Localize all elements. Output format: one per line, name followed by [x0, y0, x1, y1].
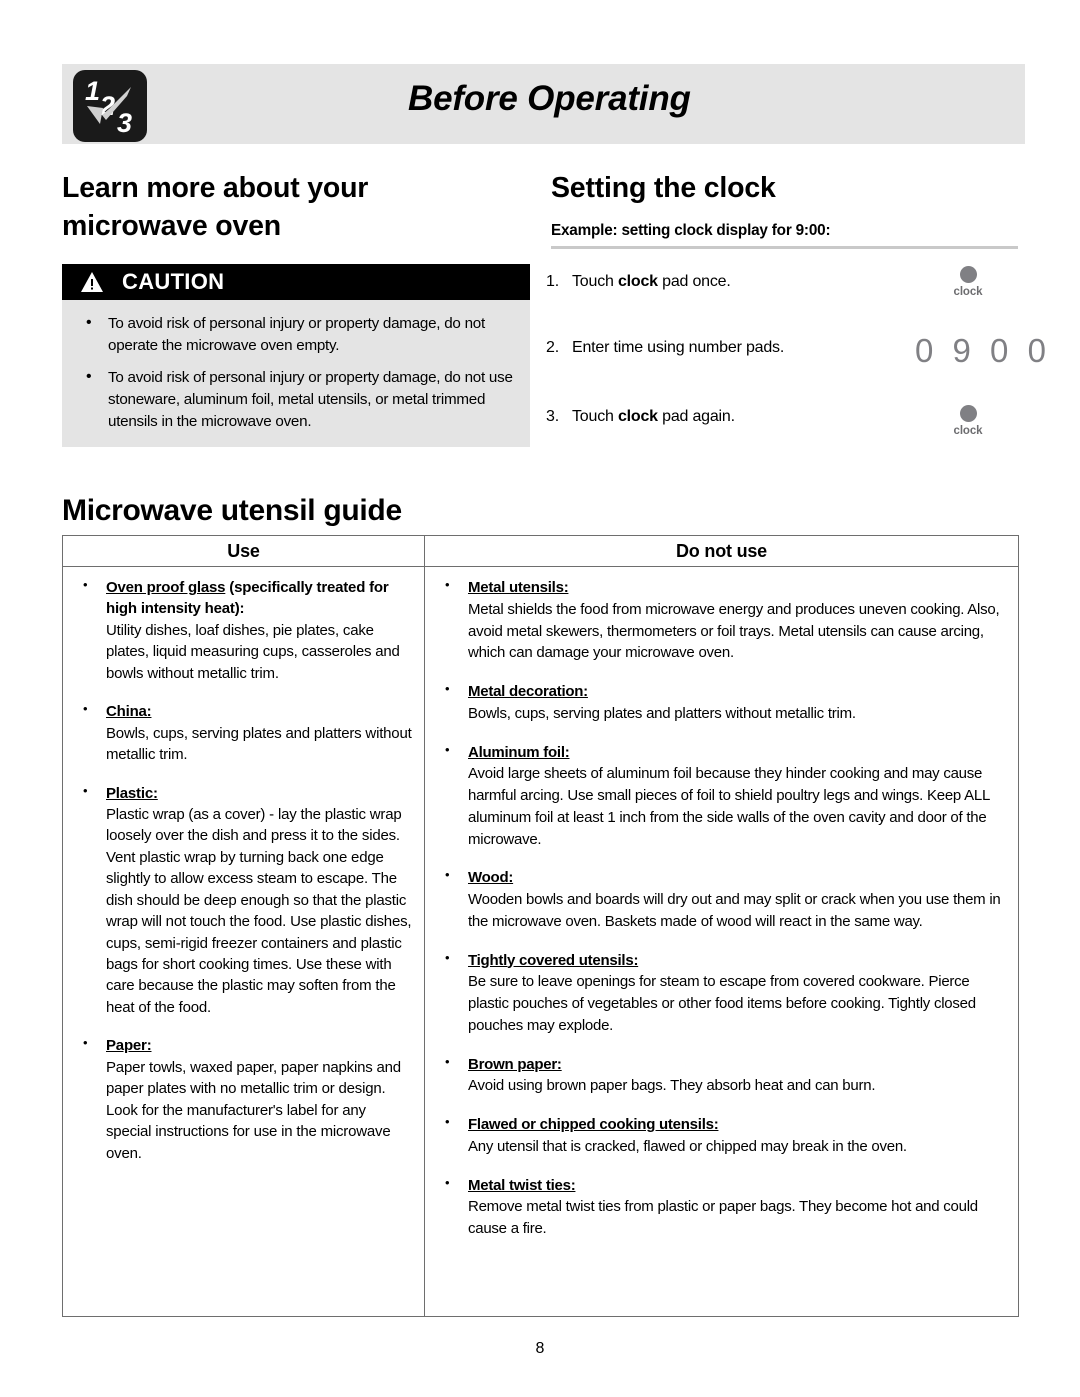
- entry-description: Avoid large sheets of aluminum foil beca…: [468, 765, 990, 848]
- utensil-guide-entry: • Metal utensils: Metal shields the food f…: [435, 577, 1008, 664]
- caution-item-text: To avoid risk of personal injury or prop…: [108, 369, 513, 430]
- utensil-guide-entry: • China: Bowls, cups, serving plates and p…: [73, 701, 414, 765]
- warning-triangle-icon: [81, 272, 103, 292]
- table-header-do-not-use: Do not use: [676, 540, 767, 561]
- bullet-icon: •: [83, 577, 88, 592]
- entry-term: Oven proof glass: [106, 579, 226, 596]
- bullet-icon: •: [86, 368, 92, 386]
- entry-term: Plastic:: [106, 784, 158, 802]
- caution-list: • To avoid risk of personal injury or pro…: [62, 300, 530, 433]
- step-number: 1.: [546, 273, 559, 290]
- entry-description: Paper towls, waxed paper, paper napkins …: [106, 1058, 401, 1162]
- clock-pad-dot-icon: [959, 266, 977, 283]
- bullet-icon: •: [445, 949, 450, 965]
- clock-example-label: Example: setting clock display for 9:00:: [551, 222, 831, 239]
- utensil-guide-entry: • Metal decoration: Bowls, cups, serving p…: [435, 681, 1008, 725]
- caution-box: CAUTION • To avoid risk of personal injur…: [62, 264, 530, 447]
- utensil-guide-heading: Microwave utensil guide: [62, 494, 402, 527]
- bullet-icon: •: [445, 681, 450, 696]
- entry-term: Aluminum foil:: [468, 743, 570, 761]
- table-header-use: Use: [63, 536, 425, 566]
- utensil-guide-entry: • Brown paper: Avoid using brown paper bag…: [435, 1054, 1008, 1098]
- step-number: 2.: [546, 339, 559, 356]
- entry-term: Wood:: [468, 869, 514, 887]
- page-number: 8: [535, 1340, 545, 1357]
- step-text-before: Touch: [572, 273, 618, 290]
- svg-text:3: 3: [117, 108, 132, 138]
- svg-text:1: 1: [85, 76, 100, 106]
- caution-item-text: To avoid risk of personal injury or prop…: [108, 315, 485, 354]
- bullet-icon: •: [445, 1053, 450, 1069]
- step-text-before: Enter time using number pads.: [572, 339, 785, 356]
- step-text-bold: clock: [617, 408, 658, 425]
- table-cell-use: • Oven proof glass (specifically treated …: [63, 567, 425, 1316]
- entry-description: Metal shields the food from microwave en…: [468, 600, 1000, 662]
- utensil-guide-table: Use Do not use • Oven proof glass (specif…: [62, 535, 1019, 1317]
- entry-description: Bowls, cups, serving plates and platters…: [106, 724, 412, 764]
- bullet-icon: •: [445, 1174, 450, 1190]
- table-header-row: Use Do not use: [63, 536, 1018, 567]
- entry-description: Any utensil that is cracked, flawed or c…: [468, 1137, 907, 1155]
- bullet-icon: •: [86, 314, 92, 331]
- utensil-guide-entry: • Oven proof glass (specifically treated …: [73, 577, 414, 684]
- entry-term: Brown paper:: [468, 1055, 562, 1073]
- entry-term: China:: [106, 703, 152, 721]
- bullet-icon: •: [83, 1035, 88, 1051]
- entry-term: Metal decoration:: [468, 683, 588, 700]
- 123-checkmark-icon: 1 2 3: [73, 70, 147, 142]
- entry-term: Paper:: [106, 1037, 152, 1055]
- clock-pad-illustration-1: clock: [933, 266, 1003, 298]
- step-text-after: pad once.: [657, 273, 731, 290]
- utensil-guide-entry: • Metal twist ties: Remove metal twist tie…: [435, 1175, 1008, 1240]
- bullet-icon: •: [445, 867, 450, 883]
- caution-item: • To avoid risk of personal injury or pro…: [78, 367, 514, 432]
- utensil-guide-entry: • Flawed or chipped cooking utensils: Any …: [435, 1114, 1008, 1158]
- setting-the-clock-heading: Setting the clock: [551, 172, 776, 204]
- utensil-guide-entry: • Plastic: Plastic wrap (as a cover) - lay…: [73, 783, 414, 1019]
- step-number: 3.: [546, 408, 559, 425]
- entry-description: Plastic wrap (as a cover) - lay the plas…: [106, 805, 412, 1016]
- caution-label: CAUTION: [122, 269, 225, 294]
- entry-description: Utility dishes, loaf dishes, pie plates,…: [106, 621, 400, 682]
- bullet-icon: •: [445, 577, 450, 592]
- entry-description: Remove metal twist ties from plastic or …: [468, 1198, 978, 1237]
- bullet-icon: •: [83, 782, 88, 798]
- caution-item: • To avoid risk of personal injury or pro…: [78, 313, 514, 356]
- entry-term: Metal utensils:: [468, 579, 569, 596]
- step-text-bold: clock: [617, 273, 658, 290]
- clock-pad-label: clock: [953, 425, 983, 437]
- utensil-guide-entry: • Wood: Wooden bowls and boards will dry o…: [435, 867, 1008, 932]
- bullet-icon: •: [445, 741, 450, 757]
- entry-description: Wooden bowls and boards will dry out and…: [468, 891, 1001, 930]
- learn-more-heading: Learn more about your microwave oven: [62, 172, 369, 242]
- utensil-guide-entry: • Aluminum foil: Avoid large sheets of alu…: [435, 742, 1008, 851]
- entry-description: Avoid using brown paper bags. They absor…: [468, 1077, 876, 1095]
- table-body-row: • Oven proof glass (specifically treated …: [63, 567, 1018, 1316]
- entry-description: Be sure to leave openings for steam to e…: [468, 973, 976, 1034]
- clock-pad-illustration-2: clock: [933, 405, 1003, 437]
- step-text-after: pad again.: [657, 408, 735, 425]
- entry-description: Bowls, cups, serving plates and platters…: [468, 704, 856, 722]
- caution-bar: CAUTION: [62, 264, 530, 300]
- bullet-icon: •: [83, 701, 88, 717]
- clock-display-readout: 0 9 0 0: [915, 332, 1051, 369]
- clock-pad-label: clock: [953, 286, 983, 298]
- entry-term: Flawed or chipped cooking utensils:: [468, 1116, 719, 1133]
- page-title: Before Operating: [408, 79, 691, 118]
- utensil-guide-entry: • Paper: Paper towls, waxed paper, paper n…: [73, 1035, 414, 1164]
- horizontal-rule: [551, 246, 1018, 249]
- entry-term: Tightly covered utensils:: [468, 951, 639, 969]
- table-cell-do-not-use: • Metal utensils: Metal shields the food f…: [425, 567, 1018, 1316]
- bullet-icon: •: [445, 1114, 450, 1129]
- clock-pad-dot-icon: [959, 405, 977, 422]
- step-text-before: Touch: [572, 408, 618, 425]
- entry-term: Metal twist ties:: [468, 1176, 576, 1194]
- utensil-guide-entry: • Tightly covered utensils: Be sure to lea…: [435, 950, 1008, 1037]
